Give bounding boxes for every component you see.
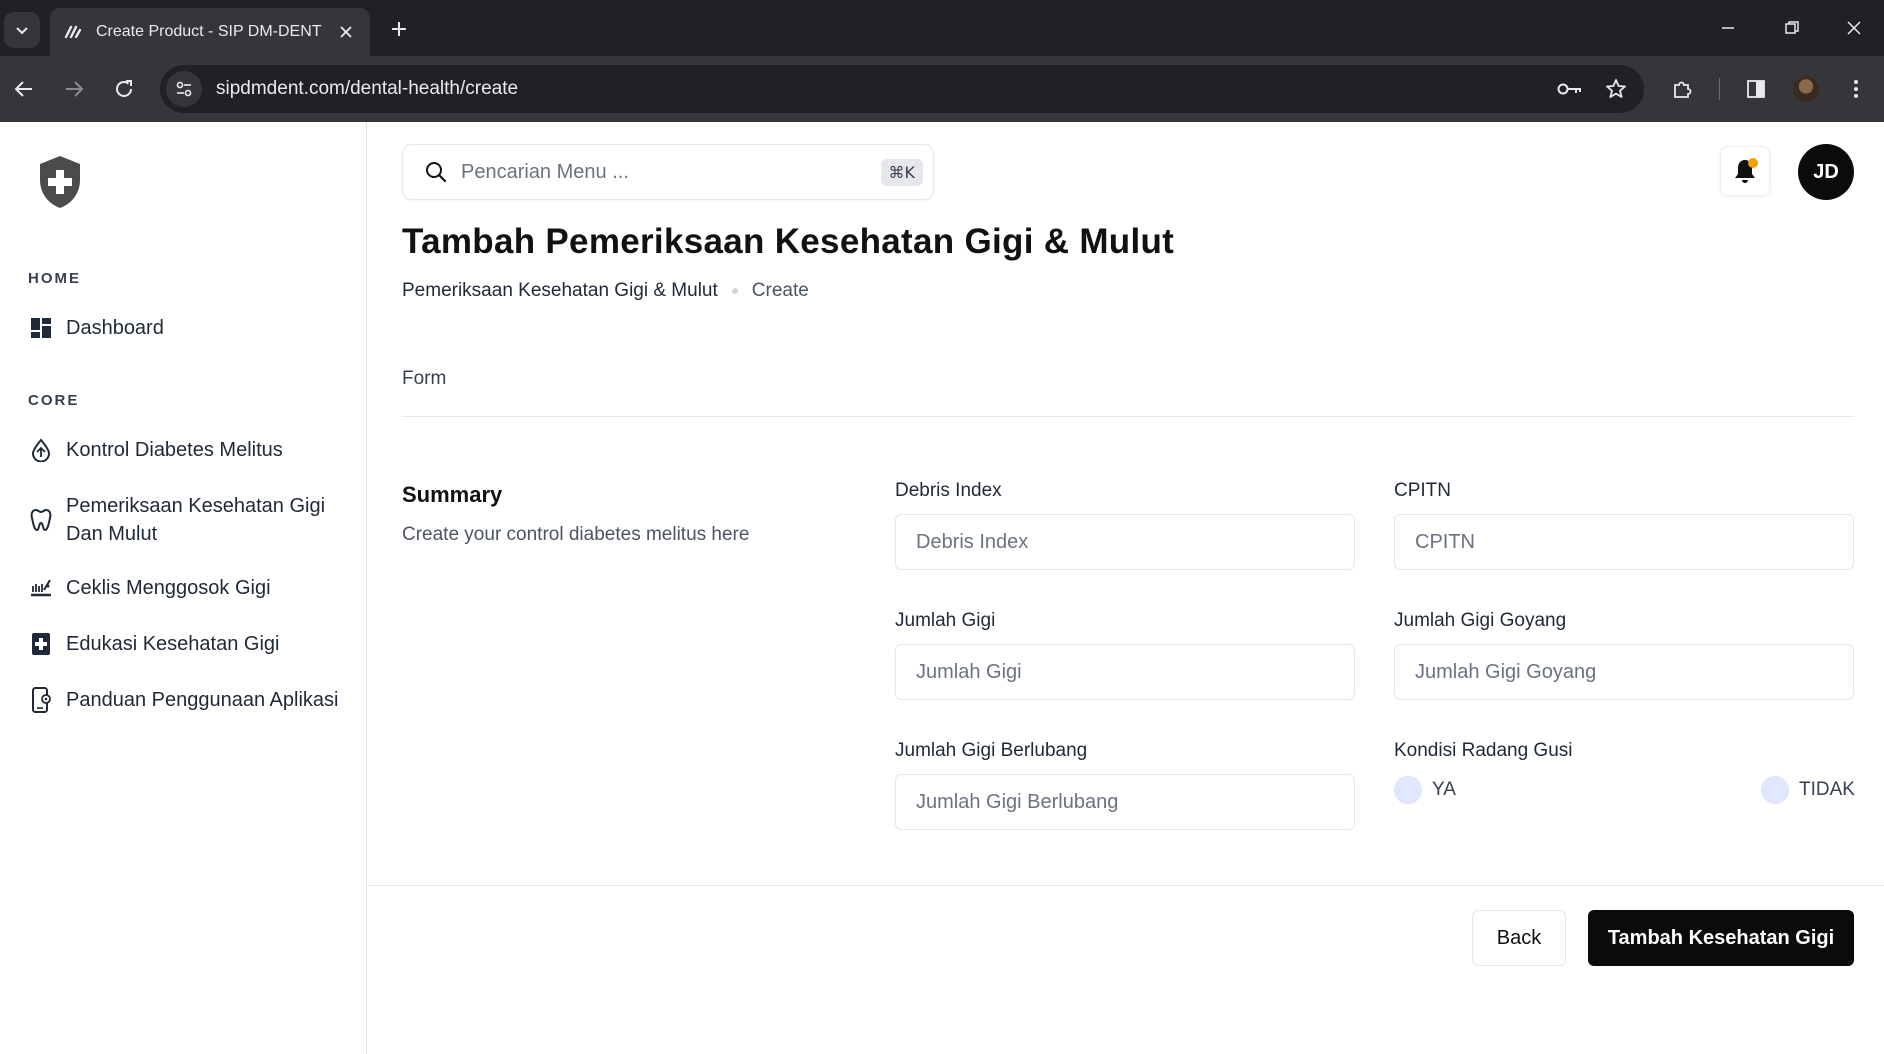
toolbar-divider [1719,78,1720,100]
submit-button[interactable]: Tambah Kesehatan Gigi [1588,910,1854,966]
dashboard-icon [28,315,54,341]
restore-button[interactable] [1762,0,1822,56]
forward-nav-button[interactable] [56,71,92,107]
tooth-icon [28,507,54,533]
radio-tidak[interactable]: TIDAK [1761,776,1855,804]
jumlah-gigi-goyang-input[interactable] [1394,644,1854,700]
minimize-button[interactable] [1698,0,1758,56]
radio-button[interactable] [1394,776,1422,804]
sidebar-item-edukasi-gigi[interactable]: Edukasi Kesehatan Gigi [28,630,348,658]
sidebar-item-label: Pemeriksaan Kesehatan Gigi Dan Mulut [66,495,326,545]
user-avatar[interactable]: JD [1798,144,1854,200]
radio-label: TIDAK [1799,779,1855,800]
browser-tab-active[interactable]: Create Product - SIP DM-DENT [50,8,370,56]
tab-title: Create Product - SIP DM-DENT [96,23,322,40]
tab-form[interactable]: Form [402,368,446,390]
sidebar-item-label: Panduan Penggunaan Aplikasi [66,689,339,711]
extensions-button[interactable] [1664,71,1700,107]
sidebar-item-dashboard[interactable]: Dashboard [28,314,348,342]
jumlah-gigi-label: Jumlah Gigi [895,610,996,631]
jumlah-gigi-input[interactable] [895,644,1355,700]
search-input[interactable] [461,160,881,184]
plus-icon [392,22,406,36]
back-button[interactable]: Back [1472,910,1566,966]
breadcrumb-link-pemeriksaan[interactable]: Pemeriksaan Kesehatan Gigi & Mulut [402,280,718,302]
profile-avatar-icon [1793,76,1819,102]
reload-icon [116,80,132,97]
arrow-left-icon [14,81,32,97]
footer-divider [368,885,1884,886]
password-key-icon[interactable] [1552,71,1588,107]
restore-icon [1785,21,1799,34]
sidebar-item-ceklis-gigi[interactable]: Ceklis Menggosok Gigi [28,574,348,602]
jumlah-gigi-berlubang-input[interactable] [895,774,1355,830]
sidebar-item-label: Kontrol Diabetes Melitus [66,439,283,461]
sidebar-item-label: Dashboard [66,317,164,339]
site-settings-icon[interactable] [166,71,202,107]
menu-search[interactable]: ⌘K [402,144,934,200]
breadcrumb-separator [731,288,738,294]
browser-tab-strip: Create Product - SIP DM-DENT [0,0,1884,56]
profile-button[interactable] [1788,71,1824,107]
chevron-down-icon [16,27,28,35]
back-nav-button[interactable] [6,71,42,107]
sidebar-item-kontrol-diabetes[interactable]: Kontrol Diabetes Melitus [28,436,348,464]
browser-toolbar: sipdmdent.com/dental-health/create [0,56,1884,122]
debris-index-label: Debris Index [895,480,1002,501]
nav-section-home: HOME [28,270,81,287]
arrow-right-icon [66,81,84,97]
minimize-icon [1722,27,1734,29]
more-vertical-icon [1854,80,1858,98]
browser-menu-button[interactable] [1838,71,1874,107]
radio-button[interactable] [1761,776,1789,804]
side-panel-icon [1747,80,1765,98]
bookmark-star-icon[interactable] [1598,71,1634,107]
notifications-button[interactable] [1720,146,1770,196]
new-tab-button[interactable] [382,12,416,46]
radio-ya[interactable]: YA [1394,776,1456,804]
sidebar-item-label: Edukasi Kesehatan Gigi [66,633,280,655]
sidebar-item-label: Ceklis Menggosok Gigi [66,577,271,599]
app-root: HOME Dashboard CORE Kontrol Diabetes Mel… [0,122,1884,1054]
url-text: sipdmdent.com/dental-health/create [216,78,519,99]
close-window-button[interactable] [1824,0,1884,56]
cpitn-input[interactable] [1394,514,1854,570]
close-tab-icon[interactable] [336,22,356,42]
puzzle-icon [1674,81,1692,98]
nav-section-core: CORE [28,392,80,409]
page-title: Tambah Pemeriksaan Kesehatan Gigi & Mulu… [402,222,1175,261]
toothbrush-icon [28,575,54,601]
search-icon [423,159,449,185]
shield-logo-icon[interactable] [36,154,84,210]
close-icon [1847,21,1861,35]
radio-label: YA [1432,779,1456,800]
tab-search-button[interactable] [4,12,40,48]
droplet-icon [28,437,54,463]
reload-button[interactable] [106,71,142,107]
address-bar[interactable]: sipdmdent.com/dental-health/create [160,65,1644,113]
side-panel-button[interactable] [1738,71,1774,107]
radang-gusi-label: Kondisi Radang Gusi [1394,740,1573,761]
breadcrumb: Pemeriksaan Kesehatan Gigi & Mulut Creat… [402,280,809,302]
search-shortcut-badge: ⌘K [880,158,923,186]
medical-book-icon [28,631,54,657]
sidebar: HOME Dashboard CORE Kontrol Diabetes Mel… [0,122,367,1054]
tab-divider [402,416,1854,417]
summary-description: Create your control diabetes melitus her… [402,524,750,545]
jumlah-gigi-berlubang-label: Jumlah Gigi Berlubang [895,740,1088,761]
sidebar-item-panduan-aplikasi[interactable]: Panduan Penggunaan Aplikasi [28,686,348,714]
main-content: ⌘K JD Tambah Pemeriksaan Kesehatan Gigi … [368,122,1884,1054]
breadcrumb-current: Create [751,280,809,301]
sidebar-item-pemeriksaan-gigi[interactable]: Pemeriksaan Kesehatan Gigi Dan Mulut [28,492,348,548]
jumlah-gigi-goyang-label: Jumlah Gigi Goyang [1394,610,1567,631]
debris-index-input[interactable] [895,514,1355,570]
summary-heading: Summary [402,482,503,507]
phone-guide-icon [28,687,54,713]
cpitn-label: CPITN [1394,480,1451,501]
notification-badge [1748,158,1758,168]
site-favicon-icon [64,22,84,42]
